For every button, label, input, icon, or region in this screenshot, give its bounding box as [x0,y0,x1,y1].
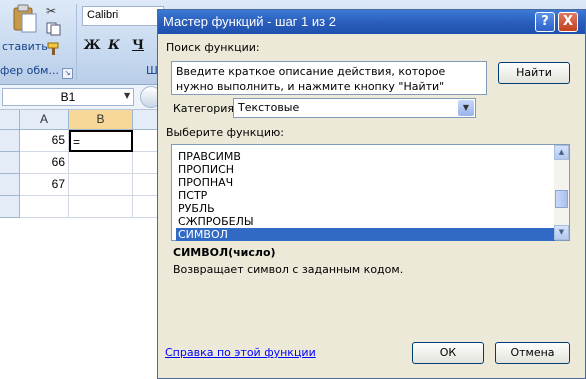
dialog-title: Мастер функций - шаг 1 из 2 [163,14,336,29]
list-item[interactable]: ПСТР [176,189,555,202]
function-signature: СИМВОЛ(число) [173,246,276,259]
clipboard-paste-icon [12,4,38,34]
column-header-a[interactable]: A [20,110,69,130]
cell-b3[interactable] [69,174,133,196]
bold-button[interactable]: Ж [82,36,102,56]
close-button[interactable]: X [558,12,578,32]
list-item[interactable]: ПРАВСИМВ [176,150,555,163]
search-label: Поиск функции: [166,41,260,54]
cell-b1[interactable]: = [69,130,133,152]
column-header-c[interactable] [133,110,160,130]
name-box[interactable]: B1 [2,88,134,106]
list-item[interactable]: РУБЛЬ [176,202,555,215]
cell-b4[interactable] [69,196,133,218]
list-item-selected[interactable]: СИМВОЛ [176,228,555,241]
cell-c4[interactable] [133,196,160,218]
cancel-button[interactable]: Отмена [495,342,570,364]
font-name-box[interactable]: Calibri [82,6,164,26]
row-header[interactable] [0,130,20,152]
search-input[interactable]: Введите краткое описание действия, котор… [171,61,487,95]
category-select[interactable]: Текстовые [233,98,476,118]
row-header[interactable] [0,152,20,174]
cell-c3[interactable] [133,174,160,196]
scroll-down-icon[interactable]: ▼ [554,225,569,240]
chevron-down-icon[interactable]: ▼ [458,100,474,116]
find-button[interactable]: Найти [498,62,570,84]
scroll-up-icon[interactable]: ▲ [554,145,569,160]
select-function-label: Выберите функцию: [166,126,284,139]
list-item[interactable]: СЖПРОБЕЛЫ [176,215,555,228]
function-description: Возвращает символ с заданным кодом. [173,263,404,276]
cell-a2[interactable]: 66 [20,152,69,174]
cell-b2[interactable] [69,152,133,174]
select-all-corner[interactable] [0,110,20,130]
cell-a4[interactable] [20,196,69,218]
underline-button[interactable]: Ч [128,36,148,56]
row-header[interactable] [0,174,20,196]
italic-button[interactable]: К [104,36,124,56]
list-item[interactable]: ПРОПНАЧ [176,176,555,189]
ok-button[interactable]: ОК [412,342,484,364]
format-painter-icon[interactable] [46,42,62,56]
chevron-down-icon[interactable]: ▼ [124,91,130,100]
cell-a1[interactable]: 65 [20,130,69,152]
category-label: Категория: [173,102,238,115]
cell-c1[interactable] [133,130,160,152]
dialog-launcher-icon[interactable]: ↘ [62,68,73,79]
copy-icon[interactable] [46,22,62,36]
list-item[interactable]: ПРОПИСН [176,163,555,176]
paste-button[interactable]: ставить [2,2,48,58]
cell-c2[interactable] [133,152,160,174]
paste-label: ставить [2,40,48,53]
column-header-b[interactable]: B [69,110,133,130]
cell-a3[interactable]: 67 [20,174,69,196]
ribbon-separator [76,4,77,80]
scissors-icon[interactable]: ✂ [46,4,62,18]
help-link[interactable]: Справка по этой функции [165,346,316,359]
scrollbar-thumb[interactable] [555,190,568,208]
help-button[interactable]: ? [535,12,555,32]
row-header[interactable] [0,196,20,218]
